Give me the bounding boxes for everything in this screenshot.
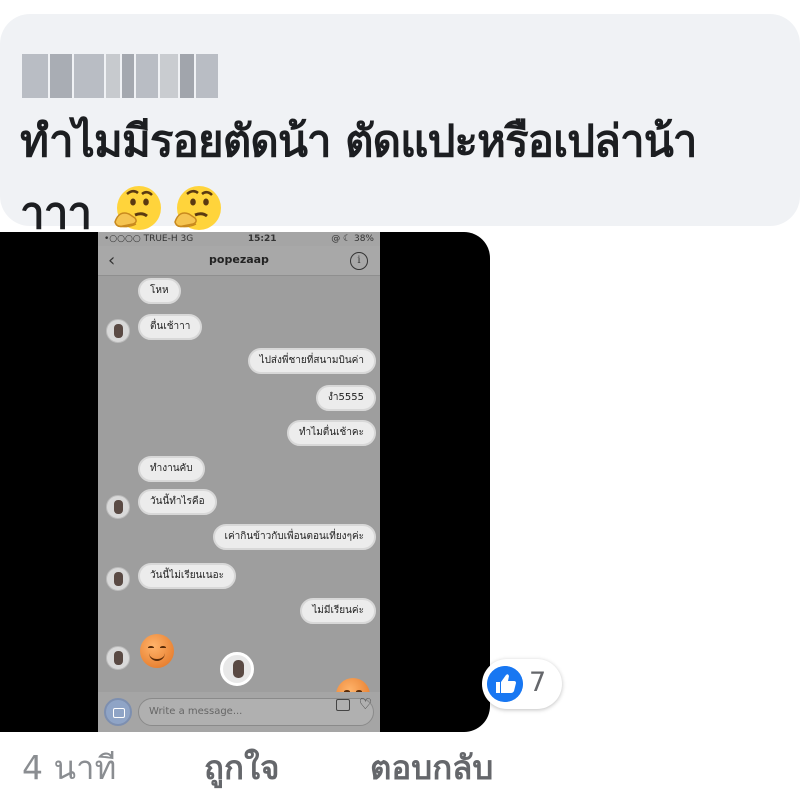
like-icon	[487, 666, 523, 702]
status-bar: •○○○○ TRUE-H 3G 15:21 @ ☾ 38%	[98, 232, 380, 246]
message-out: งํา5555	[316, 385, 376, 411]
comment-view: ทำไมมีรอยตัดน้า ตัดแปะหรือเปล่าน้า าาา •…	[0, 0, 800, 800]
reaction-summary[interactable]: 7	[482, 659, 562, 709]
comment-bubble: ทำไมมีรอยตัดน้า ตัดแปะหรือเปล่าน้า าาา	[0, 14, 800, 239]
comment-line-1: ทำไมมีรอยตัดน้า ตัดแปะหรือเปล่าน้า	[20, 116, 697, 167]
photo-sticker-icon	[220, 652, 254, 686]
message-in: วันนี้ทำไรคือ	[138, 489, 217, 515]
message-composer: Write a message... ♡	[98, 692, 380, 732]
message-out: ทำไมตื่นเช้าคะ	[286, 420, 376, 446]
avatar	[106, 319, 130, 343]
chat-nav-bar: ‹ popezaap i	[98, 246, 380, 276]
battery-label: @ ☾ 38%	[331, 234, 374, 244]
thinking-face-icon	[114, 186, 162, 230]
comment-timestamp[interactable]: 4 นาที	[22, 744, 116, 792]
thinking-face-icon	[174, 186, 222, 230]
message-out: ไปส่งพี่ชายที่สนามบินค่า	[247, 348, 376, 374]
reply-button[interactable]: ตอบกลับ	[370, 744, 493, 792]
comment-text: ทำไมมีรอยตัดน้า ตัดแปะหรือเปล่าน้า าาา	[20, 106, 790, 250]
message-in: โหห	[138, 278, 181, 304]
pixelated-name-mask	[22, 54, 218, 98]
smiley-sticker-icon	[140, 634, 174, 668]
message-out: ไม่มีเรียนค่ะ	[300, 598, 376, 624]
avatar	[106, 646, 130, 670]
message-in: ตื่นเช้าาา	[138, 314, 203, 340]
avatar	[106, 495, 130, 519]
camera-icon	[104, 698, 132, 726]
clock-label: 15:21	[247, 234, 277, 244]
carrier-label: •○○○○ TRUE-H 3G	[104, 234, 194, 244]
reaction-count: 7	[529, 667, 547, 698]
message-out: เค่ากินข้าวกับเพื่อนตอนเที่ยงๆค่ะ	[212, 524, 376, 550]
info-icon: i	[350, 252, 368, 270]
attached-photo[interactable]: •○○○○ TRUE-H 3G 15:21 @ ☾ 38% ‹ popezaap…	[0, 232, 490, 732]
chat-title: popezaap	[209, 253, 269, 266]
message-in: วันนี้ไม่เรียนเนอะ	[138, 563, 237, 589]
heart-icon: ♡	[358, 695, 372, 713]
gallery-icon	[336, 699, 350, 711]
like-button[interactable]: ถูกใจ	[204, 744, 279, 792]
avatar	[106, 567, 130, 591]
chat-screenshot: •○○○○ TRUE-H 3G 15:21 @ ☾ 38% ‹ popezaap…	[98, 232, 380, 732]
message-in: ทำงานคับ	[138, 456, 205, 482]
commenter-name-blurred[interactable]	[22, 54, 232, 98]
